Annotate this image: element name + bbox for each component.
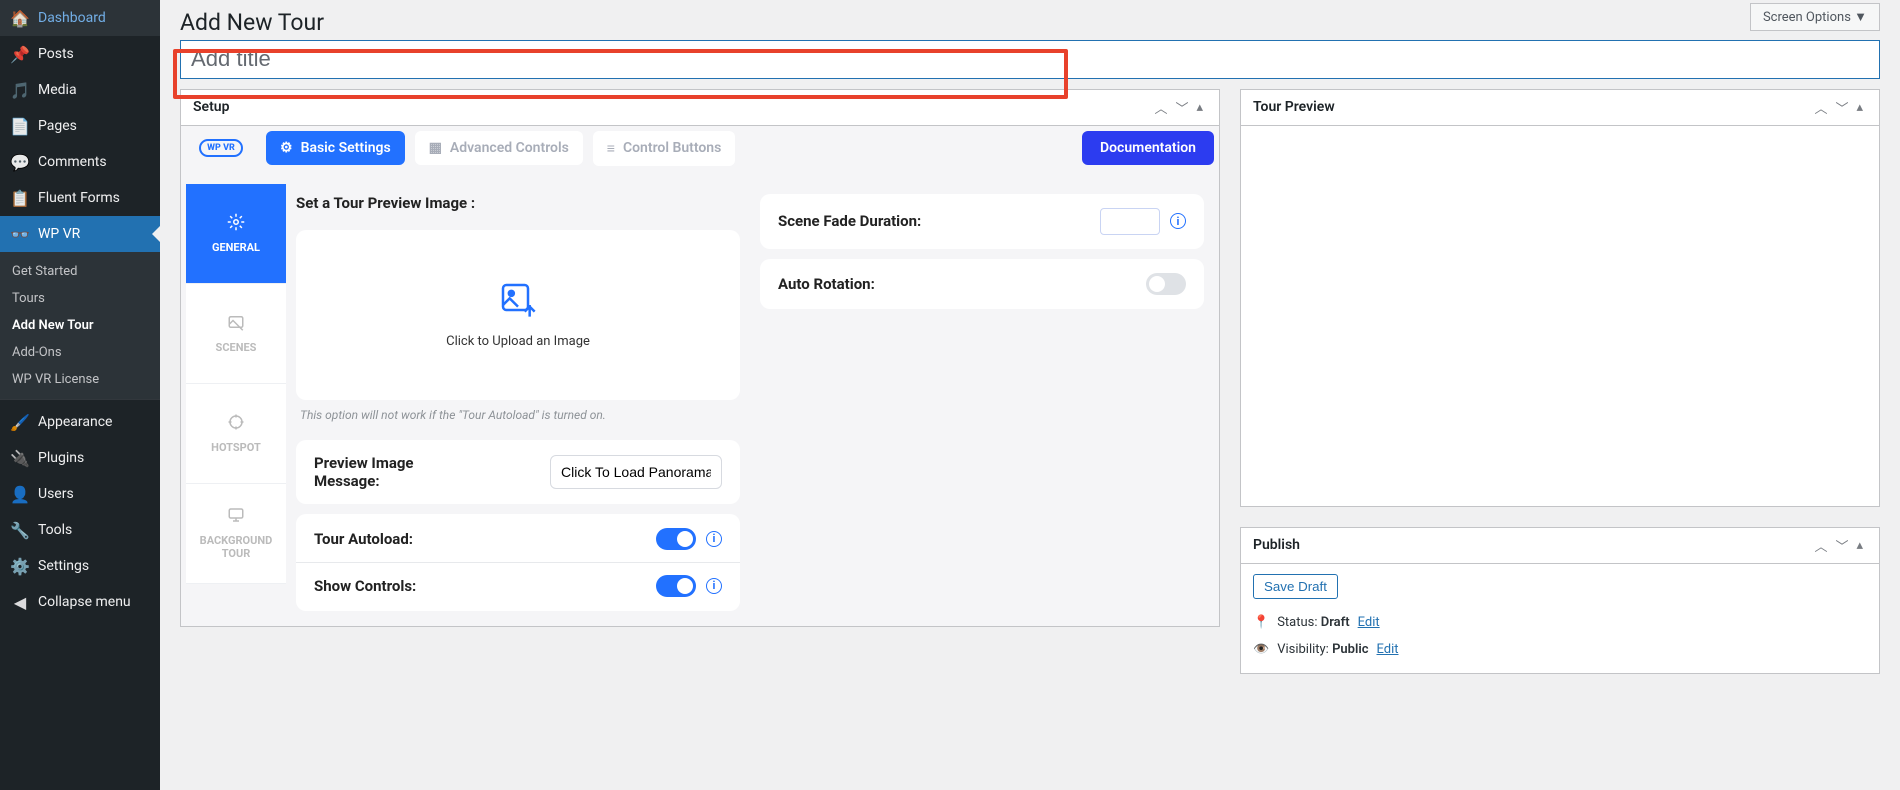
preview-message-label: Preview Image Message: [314,454,454,490]
upload-image-zone[interactable]: Click to Upload an Image [296,230,740,400]
documentation-button[interactable]: Documentation [1082,131,1214,165]
upload-image-icon [498,280,538,320]
show-controls-toggle[interactable] [656,575,696,597]
setup-box-title: Setup [193,99,1150,115]
chevron-up-icon[interactable]: ︿ [1810,94,1831,121]
gear-icon [227,213,245,231]
auto-rotation-row: Auto Rotation: [760,259,1204,309]
form-icon: 📋 [10,188,30,208]
key-icon: 📍 [1253,615,1269,630]
gear-icon: ⚙ [280,140,293,156]
chevron-up-icon[interactable]: ︿ [1810,532,1831,559]
preview-image-label: Set a Tour Preview Image : [296,194,740,212]
autoload-label: Tour Autoload: [314,530,413,548]
sub-item-get-started[interactable]: Get Started [0,258,160,285]
show-controls-label: Show Controls: [314,577,416,595]
sidebar-item-posts[interactable]: 📌Posts [0,36,160,72]
edit-visibility-link[interactable]: Edit [1377,642,1399,657]
screen-options-button[interactable]: Screen Options ▼ [1750,3,1880,31]
sidebar-item-dashboard[interactable]: 🏠Dashboard [0,0,160,36]
admin-sidebar: 🏠Dashboard 📌Posts 🎵Media 📄Pages 💬Comment… [0,0,160,790]
image-icon [227,313,245,331]
title-input[interactable] [180,40,1880,79]
sidebar-item-users[interactable]: 👤Users [0,476,160,512]
vtab-scenes[interactable]: SCENES [186,284,286,384]
sidebar-item-comments[interactable]: 💬Comments [0,144,160,180]
fade-duration-row: Scene Fade Duration: i [760,194,1204,249]
sidebar-item-pages[interactable]: 📄Pages [0,108,160,144]
page-title: Add New Tour [180,0,1880,40]
preview-message-row: Preview Image Message: [296,440,740,504]
chevron-down-icon[interactable]: ﹀ [1831,532,1852,559]
layout-icon: ▦ [429,140,442,156]
preview-note: This option will not work if the "Tour A… [296,400,740,430]
user-icon: 👤 [10,484,30,504]
sub-item-license[interactable]: WP VR License [0,366,160,393]
publish-visibility-row: 👁️ Visibility: Public Edit [1253,636,1867,663]
info-icon[interactable]: i [706,578,722,594]
vtab-background[interactable]: BACKGROUND TOUR [186,484,286,584]
eye-icon: 👁️ [1253,642,1269,657]
preview-message-input[interactable] [550,455,722,489]
brush-icon: 🖌️ [10,412,30,432]
settings-icon: ⚙️ [10,556,30,576]
fade-label: Scene Fade Duration: [778,212,921,230]
monitor-icon [227,506,245,524]
main-content: Screen Options ▼ Add New Tour Setup ︿ ﹀ … [160,0,1900,790]
tab-basic-settings[interactable]: ⚙ Basic Settings [266,131,405,165]
sliders-icon: ≡ [607,140,615,157]
preview-image-section: Set a Tour Preview Image : [296,194,740,430]
setup-box: Setup ︿ ﹀ ▴ WP VR ⚙ Basic Settings [180,89,1220,627]
fade-duration-input[interactable] [1100,208,1160,235]
sidebar-item-fluent-forms[interactable]: 📋Fluent Forms [0,180,160,216]
sidebar-item-media[interactable]: 🎵Media [0,72,160,108]
sort-handle-icon[interactable]: ▴ [1852,96,1867,119]
publish-title: Publish [1253,537,1810,553]
sidebar-submenu-wpvr: Get Started Tours Add New Tour Add-Ons W… [0,252,160,399]
auto-rotation-toggle[interactable] [1146,273,1186,295]
autoload-toggle[interactable] [656,528,696,550]
tour-preview-box: Tour Preview ︿ ﹀ ▴ [1240,89,1880,507]
gauge-icon: 🏠 [10,8,30,28]
sidebar-item-appearance[interactable]: 🖌️Appearance [0,404,160,440]
collapse-icon: ◀ [10,592,30,612]
sidebar-item-wpvr[interactable]: 👓WP VR [0,216,160,252]
sort-handle-icon[interactable]: ▴ [1192,96,1207,119]
sub-item-add-new-tour[interactable]: Add New Tour [0,312,160,339]
edit-status-link[interactable]: Edit [1358,615,1380,630]
plug-icon: 🔌 [10,448,30,468]
publish-box: Publish ︿ ﹀ ▴ Save Draft 📍 Status: Draft… [1240,527,1880,674]
info-icon[interactable]: i [1170,213,1186,229]
publish-status-row: 📍 Status: Draft Edit [1253,609,1867,636]
sidebar-item-tools[interactable]: 🔧Tools [0,512,160,548]
info-icon[interactable]: i [706,531,722,547]
tab-control-buttons[interactable]: ≡ Control Buttons [593,131,736,166]
wrench-icon: 🔧 [10,520,30,540]
chevron-up-icon[interactable]: ︿ [1150,94,1171,121]
pages-icon: 📄 [10,116,30,136]
sub-item-addons[interactable]: Add-Ons [0,339,160,366]
sidebar-item-settings[interactable]: ⚙️Settings [0,548,160,584]
sort-handle-icon[interactable]: ▴ [1852,534,1867,557]
sidebar-item-plugins[interactable]: 🔌Plugins [0,440,160,476]
media-icon: 🎵 [10,80,30,100]
save-draft-button[interactable]: Save Draft [1253,574,1338,599]
comment-icon: 💬 [10,152,30,172]
toggles-card: Tour Autoload: i [296,514,740,611]
rotation-label: Auto Rotation: [778,275,875,293]
tab-advanced-controls[interactable]: ▦ Advanced Controls [415,131,583,165]
chevron-down-icon[interactable]: ﹀ [1831,94,1852,121]
vtab-hotspot[interactable]: HOTSPOT [186,384,286,484]
chevron-down-icon[interactable]: ﹀ [1171,94,1192,121]
tour-preview-title: Tour Preview [1253,99,1810,115]
vtab-general[interactable]: GENERAL [186,184,286,284]
tour-preview-canvas [1241,126,1879,506]
sub-item-tours[interactable]: Tours [0,285,160,312]
pin-icon: 📌 [10,44,30,64]
vr-icon: 👓 [10,224,30,244]
target-icon [227,413,245,431]
sidebar-item-collapse[interactable]: ◀Collapse menu [0,584,160,620]
wpvr-logo: WP VR [199,139,243,157]
